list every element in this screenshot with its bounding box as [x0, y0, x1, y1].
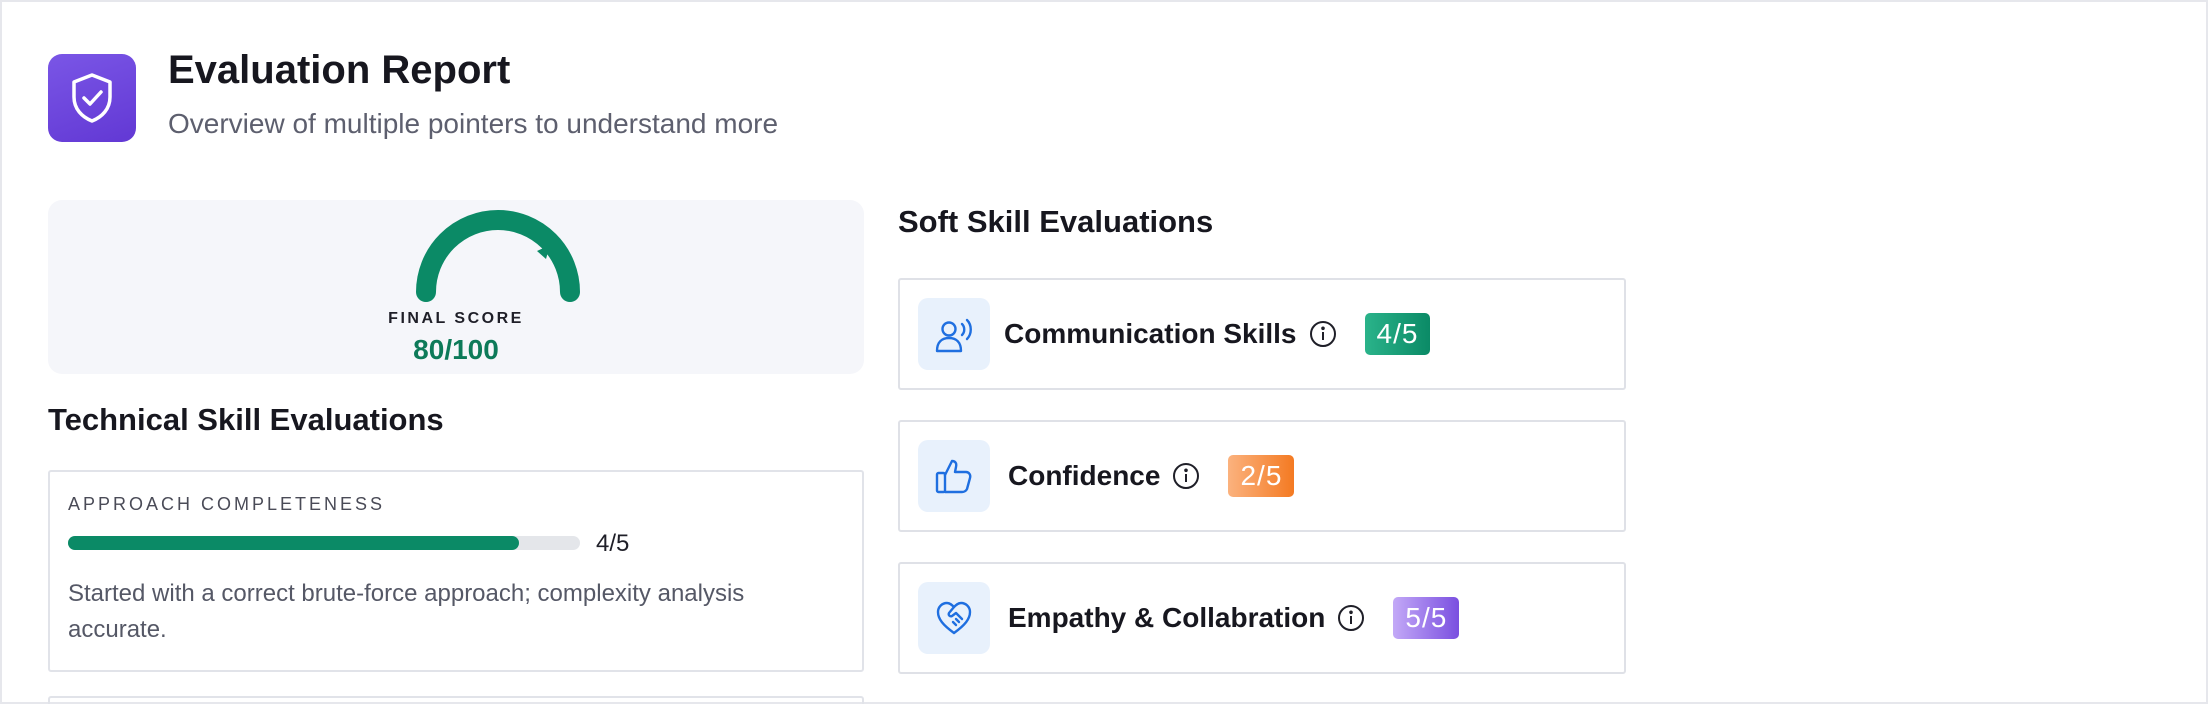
soft-skill-card-confidence: Confidence 2/5 [898, 420, 1626, 532]
score-badge: 2/5 [1228, 455, 1295, 497]
soft-section-title: Soft Skill Evaluations [898, 204, 1214, 239]
page-title: Evaluation Report [168, 48, 511, 92]
score-badge: 4/5 [1364, 313, 1431, 355]
shield-check-icon [48, 54, 136, 142]
score-gauge [416, 210, 580, 302]
technical-skill-description: Started with a correct brute-force appro… [68, 580, 745, 643]
info-icon[interactable] [1309, 320, 1337, 348]
score-badge: 5/5 [1393, 597, 1460, 639]
soft-skill-card-communication: Communication Skills 4/5 [898, 278, 1626, 390]
soft-skill-row: Communication Skills 4/5 [1004, 280, 1431, 388]
soft-skill-row: Empathy & Collabration 5/5 [1008, 564, 1460, 672]
final-score-label: FINAL SCORE [388, 310, 524, 327]
technical-skill-name: APPROACH COMPLETENESS [68, 494, 386, 514]
info-icon[interactable] [1172, 462, 1200, 490]
soft-skill-row: Confidence 2/5 [1008, 422, 1295, 530]
progress-bar-track [68, 536, 580, 550]
soft-skill-card-empathy: Empathy & Collabration 5/5 [898, 562, 1626, 674]
thumbs-up-icon [918, 440, 990, 512]
technical-skill-score: 4/5 [596, 530, 630, 557]
soft-skill-label: Communication Skills [1004, 318, 1297, 349]
technical-section-title: Technical Skill Evaluations [48, 402, 444, 437]
final-score-value: 80/100 [413, 334, 499, 365]
page-subtitle: Overview of multiple pointers to underst… [168, 108, 779, 139]
final-score-card: FINAL SCORE 80/100 [48, 200, 864, 374]
soft-skill-label: Empathy & Collabration [1008, 602, 1326, 633]
heart-handshake-icon [918, 582, 990, 654]
progress-bar-fill [68, 536, 519, 550]
technical-skill-card [48, 696, 864, 704]
speaking-person-icon [918, 298, 990, 370]
info-icon[interactable] [1337, 604, 1365, 632]
technical-skill-card: APPROACH COMPLETENESS 4/5 Started with a… [48, 470, 864, 672]
soft-skill-label: Confidence [1008, 460, 1161, 491]
